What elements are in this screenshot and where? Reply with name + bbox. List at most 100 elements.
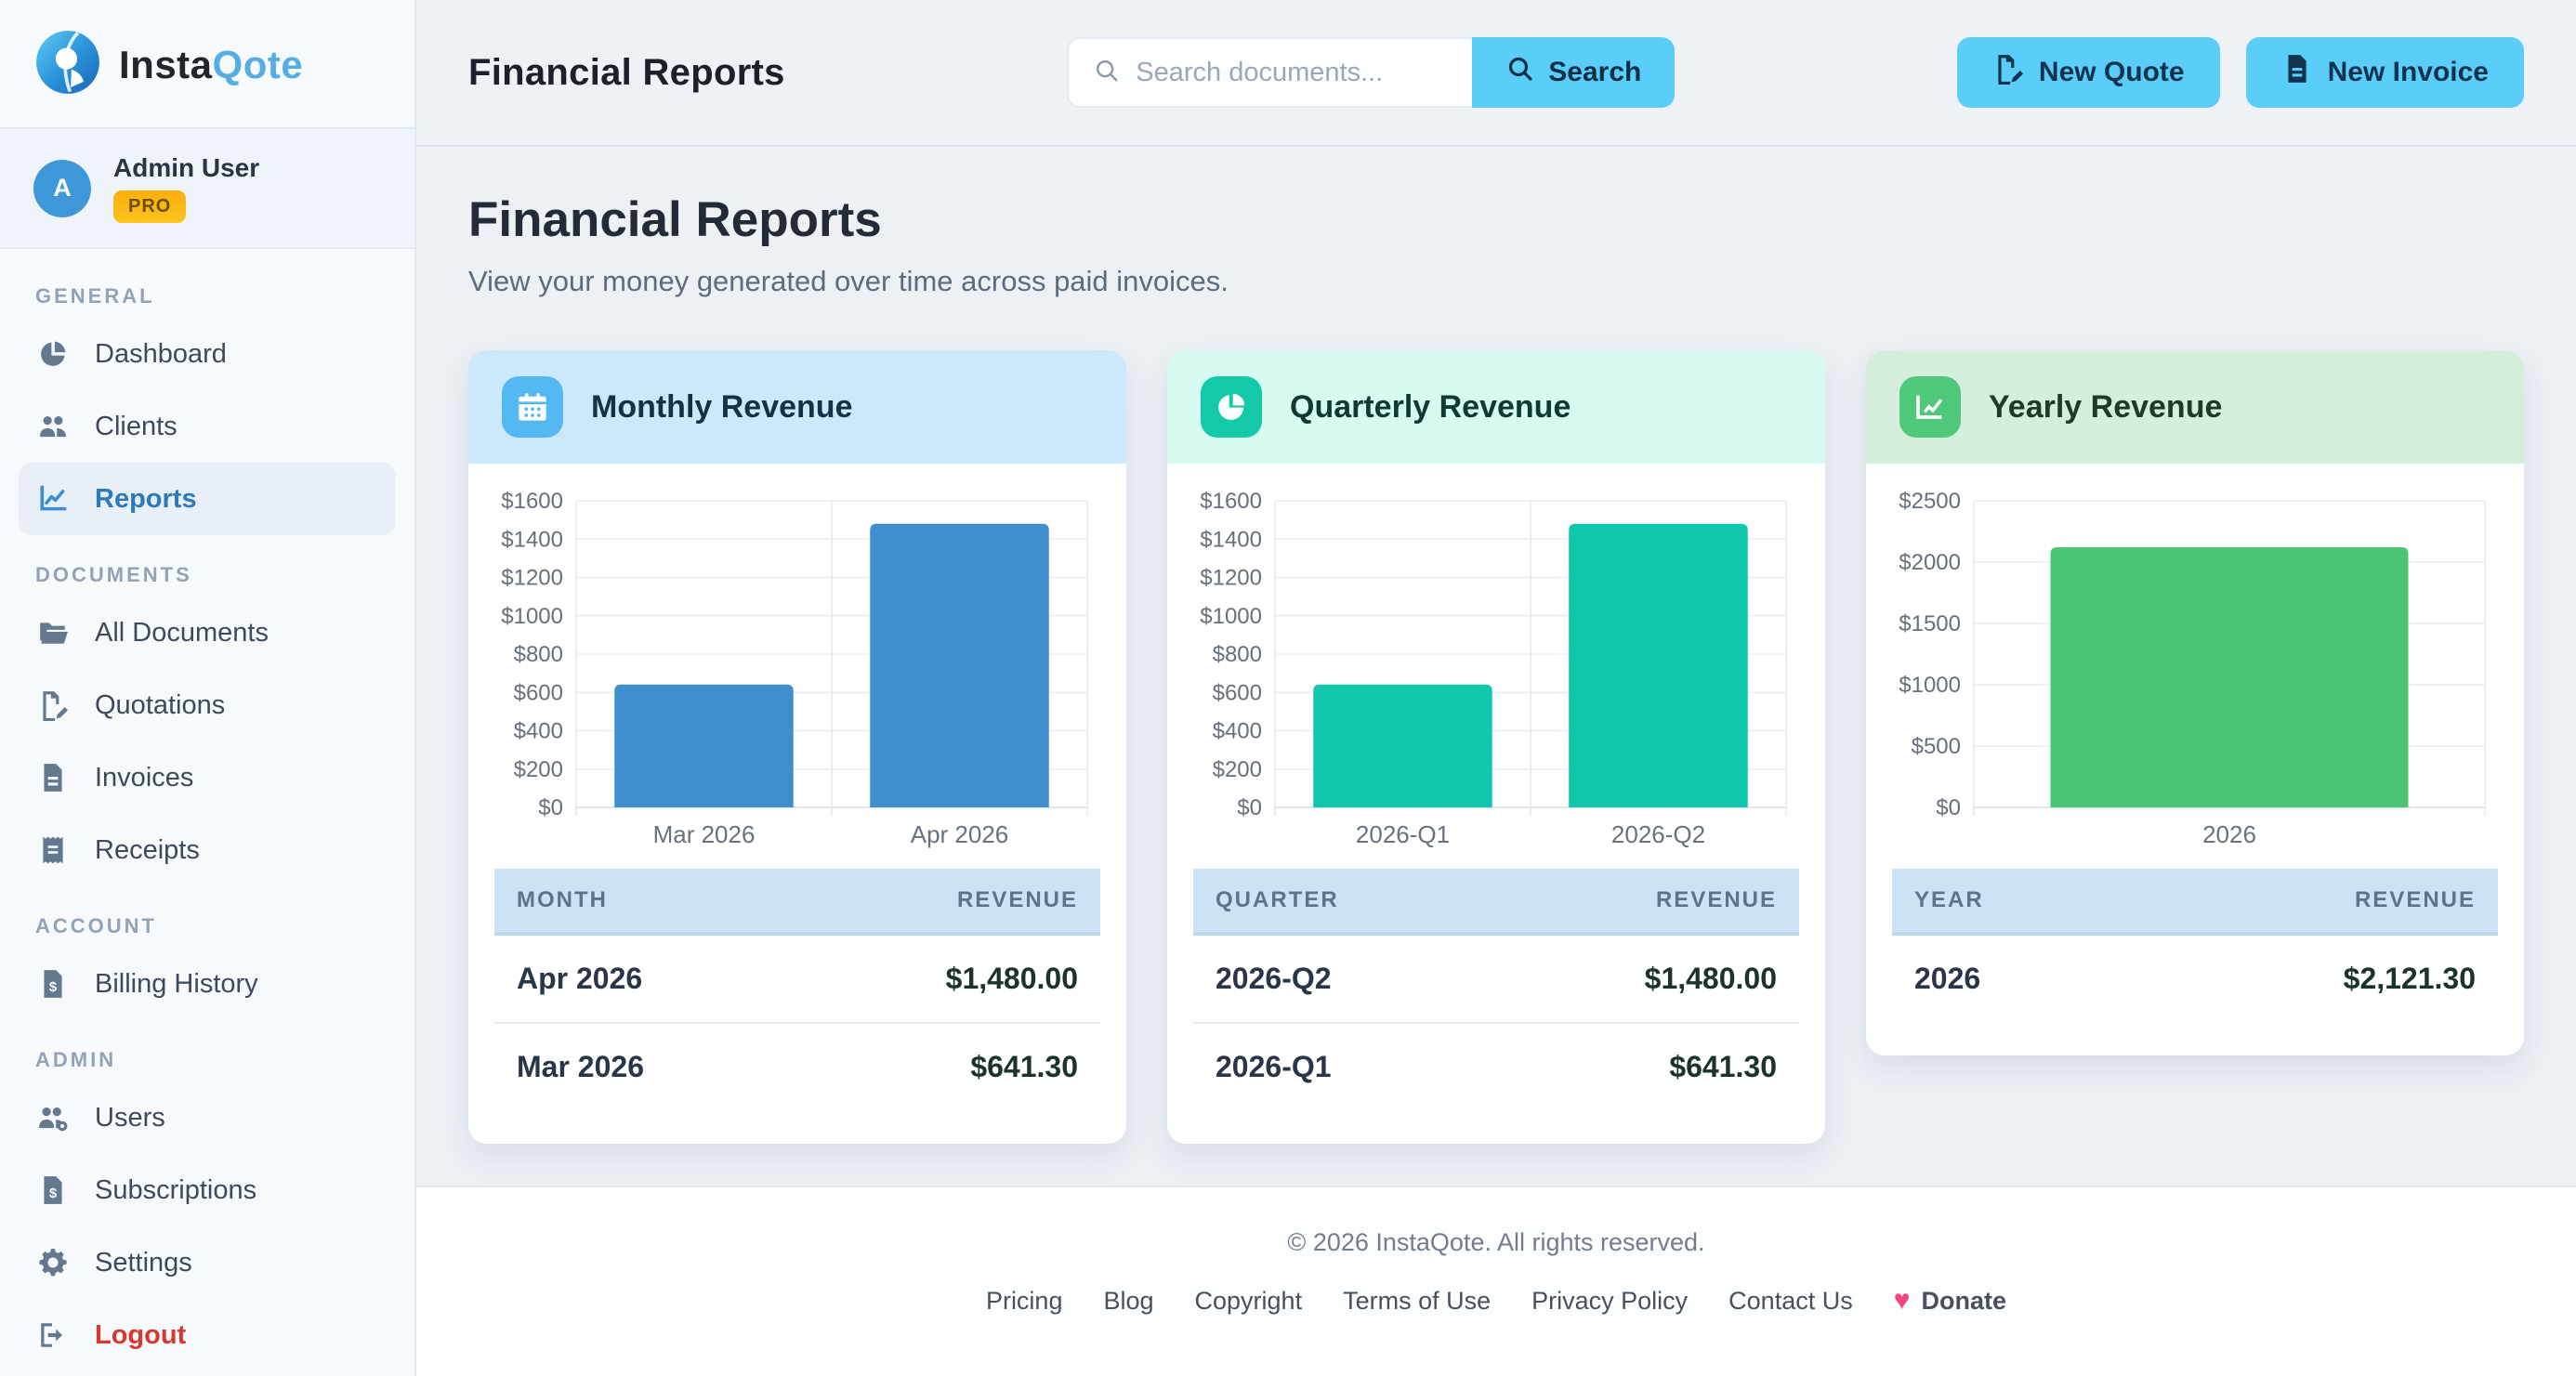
table-column-header: REVENUE xyxy=(793,869,1100,934)
page-title: Financial Reports xyxy=(468,191,2524,248)
sidebar-item-all-documents[interactable]: All Documents xyxy=(0,596,414,669)
footer: © 2026 InstaQote. All rights reserved. P… xyxy=(416,1186,2576,1376)
card-title: Monthly Revenue xyxy=(591,389,852,426)
sidebar-item-label: Settings xyxy=(95,1248,192,1278)
sidebar-item-logout[interactable]: Logout xyxy=(0,1299,414,1371)
revenue-chart[interactable]: $0$200$400$600$800$1000$1200$1400$160020… xyxy=(1167,464,1825,856)
svg-text:2026-Q1: 2026-Q1 xyxy=(1356,820,1450,848)
new-invoice-button[interactable]: New Invoice xyxy=(2246,37,2524,108)
search-group: Search xyxy=(1067,37,1675,108)
search-box xyxy=(1067,37,1472,108)
svg-text:$1000: $1000 xyxy=(1899,673,1961,698)
svg-text:$: $ xyxy=(49,1186,58,1201)
table-cell: 2026-Q2 xyxy=(1193,934,1488,1023)
users-gear-icon xyxy=(35,1100,71,1135)
search-button[interactable]: Search xyxy=(1472,37,1675,108)
table-row: Mar 2026$641.30 xyxy=(494,1023,1100,1110)
sidebar-item-quotations[interactable]: Quotations xyxy=(0,669,414,741)
content: Financial Reports View your money genera… xyxy=(416,147,2576,1186)
report-cards: Monthly Revenue $0 $200 $400 $600 $800 $1000 $1… xyxy=(468,350,2524,1144)
table-cell: Mar 2026 xyxy=(494,1023,793,1110)
footer-link-privacy-policy[interactable]: Privacy Policy xyxy=(1531,1287,1688,1316)
svg-text:$400: $400 xyxy=(514,719,563,744)
footer-links: Pricing Blog Copyright Terms of Use Privacy … xyxy=(416,1285,2576,1317)
user-panel[interactable]: A Admin User PRO xyxy=(0,129,414,249)
avatar: A xyxy=(33,160,91,217)
table-cell: Apr 2026 xyxy=(494,934,793,1023)
table-column-header: MONTH xyxy=(494,869,793,934)
sidebar-item-label: Billing History xyxy=(95,969,258,1000)
sidebar-item-label: Users xyxy=(95,1103,165,1134)
svg-text:$0: $0 xyxy=(1237,795,1262,820)
user-name: Admin User xyxy=(113,153,259,183)
brand-logo[interactable]: InstaQote xyxy=(0,0,414,129)
svg-text:$1400: $1400 xyxy=(1200,527,1262,552)
footer-link-contact-us[interactable]: Contact Us xyxy=(1728,1287,1853,1316)
report-card-monthly-revenue: Monthly Revenue$0$200$400$600$800$1000$1… xyxy=(468,350,1126,1144)
revenue-chart[interactable]: $0$200$400$600$800$1000$1200$1400$1600Ma… xyxy=(468,464,1126,856)
card-title: Quarterly Revenue xyxy=(1290,389,1571,426)
svg-text:$600: $600 xyxy=(1213,680,1262,705)
footer-link-copyright[interactable]: Copyright xyxy=(1195,1287,1303,1316)
sidebar-item-users[interactable]: Users xyxy=(0,1081,414,1154)
app-root: InstaQote A Admin User PRO GENERALDashbo… xyxy=(0,0,2576,1376)
new-quote-button[interactable]: New Quote xyxy=(1957,37,2220,108)
sidebar-item-label: Quotations xyxy=(95,690,225,721)
table-column-header: REVENUE xyxy=(2130,869,2498,934)
chart-line-icon xyxy=(1899,376,1961,438)
svg-text:2026-Q2: 2026-Q2 xyxy=(1611,820,1705,848)
sidebar-section-label: GENERAL xyxy=(0,256,414,318)
sidebar-item-receipts[interactable]: Receipts xyxy=(0,814,414,886)
footer-link-donate[interactable]: ♥Donate xyxy=(1894,1285,2006,1317)
svg-text:$1000: $1000 xyxy=(501,604,563,629)
sidebar-item-label: Reports xyxy=(95,484,197,515)
report-card-quarterly-revenue: Quarterly Revenue$0$200$400$600$800$1000… xyxy=(1167,350,1825,1144)
sidebar-item-clients[interactable]: Clients xyxy=(0,390,414,463)
svg-text:$1600: $1600 xyxy=(501,489,563,514)
sidebar-item-label: Subscriptions xyxy=(95,1175,256,1206)
sidebar-item-reports[interactable]: Reports xyxy=(19,463,396,535)
svg-text:Apr 2026: Apr 2026 xyxy=(911,820,1009,848)
search-input[interactable] xyxy=(1136,58,1448,88)
sidebar-item-subscriptions[interactable]: $ Subscriptions xyxy=(0,1154,414,1226)
table-cell: 2026-Q1 xyxy=(1193,1023,1488,1110)
table-cell: 2026 xyxy=(1892,934,2130,1022)
revenue-chart[interactable]: $0$500$1000$1500$2000$25002026 xyxy=(1866,464,2524,856)
sidebar-item-settings[interactable]: Settings xyxy=(0,1226,414,1299)
sidebar-section-label: ADMIN xyxy=(0,1020,414,1081)
sidebar-item-dashboard[interactable]: Dashboard xyxy=(0,318,414,390)
svg-text:$0: $0 xyxy=(1936,795,1961,820)
calendar-icon xyxy=(502,376,563,438)
svg-text:$800: $800 xyxy=(1213,642,1262,667)
main-column: Financial Reports xyxy=(416,0,2576,1376)
topbar-title: Financial Reports xyxy=(468,52,785,94)
svg-text:$1500: $1500 xyxy=(1899,611,1961,636)
footer-link-blog[interactable]: Blog xyxy=(1103,1287,1153,1316)
svg-text:$200: $200 xyxy=(514,757,563,782)
table-column-header: REVENUE xyxy=(1488,869,1799,934)
footer-link-pricing[interactable]: Pricing xyxy=(986,1287,1063,1316)
file-pen-icon xyxy=(35,688,71,723)
file-pen-icon xyxy=(1992,53,2024,92)
table-cell: $641.30 xyxy=(793,1023,1100,1110)
footer-link-terms-of-use[interactable]: Terms of Use xyxy=(1343,1287,1491,1316)
sidebar-item-label: Clients xyxy=(95,412,177,442)
table-cell: $2,121.30 xyxy=(2130,934,2498,1022)
sidebar-item-label: Invoices xyxy=(95,763,193,793)
card-header: Monthly Revenue xyxy=(468,350,1126,464)
svg-text:$800: $800 xyxy=(514,642,563,667)
search-icon xyxy=(1093,57,1121,89)
svg-text:$1200: $1200 xyxy=(501,566,563,591)
svg-text:$1400: $1400 xyxy=(501,527,563,552)
logout-icon xyxy=(35,1317,71,1353)
sidebar: InstaQote A Admin User PRO GENERALDashbo… xyxy=(0,0,416,1376)
sidebar-section-label: DOCUMENTS xyxy=(0,535,414,596)
svg-text:$500: $500 xyxy=(1912,734,1961,759)
sidebar-item-billing-history[interactable]: $Billing History xyxy=(0,948,414,1020)
table-cell: $641.30 xyxy=(1488,1023,1799,1110)
table-column-header: QUARTER xyxy=(1193,869,1488,934)
footer-copyright: © 2026 InstaQote. All rights reserved. xyxy=(416,1228,2576,1257)
sidebar-item-invoices[interactable]: Invoices xyxy=(0,741,414,814)
sidebar-nav: GENERALDashboardClientsReportsDOCUMENTSA… xyxy=(0,249,414,1376)
file-dollar-icon: $ xyxy=(35,1173,71,1208)
